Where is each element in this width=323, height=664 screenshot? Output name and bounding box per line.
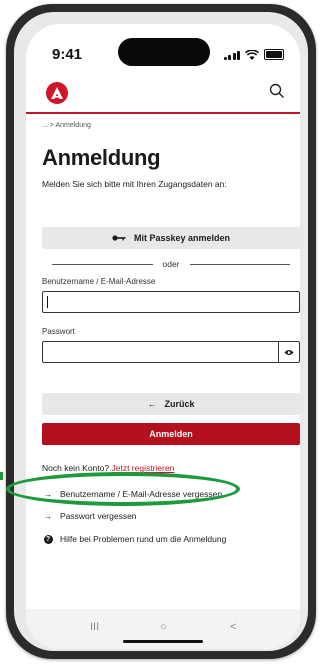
login-button-label: Anmelden — [149, 429, 193, 439]
status-bar: 9:41 — [26, 24, 300, 74]
wifi-icon — [245, 50, 259, 60]
passkey-button-label: Mit Passkey anmelden — [133, 233, 231, 243]
text-caret — [47, 296, 48, 308]
recent-apps-icon[interactable]: III — [90, 621, 99, 633]
page-title: Anmeldung — [42, 145, 161, 170]
intro-text: Melden Sie sich bitte mit Ihren Zugangsd… — [42, 179, 227, 189]
password-label: Passwort — [42, 327, 75, 336]
breadcrumb-ellipsis[interactable]: ... — [42, 122, 48, 129]
breadcrumb: ... > Anmeldung — [42, 122, 300, 129]
passkey-login-button[interactable]: Mit Passkey anmelden — [42, 227, 300, 249]
phone-bezel: 9:41 ... > Anmeldung Anmeldung Melden Si… — [14, 12, 308, 651]
nav-back-icon[interactable]: < — [230, 621, 236, 633]
help-problems-label: Hilfe bei Problemen rund um die Anmeldun… — [60, 533, 227, 544]
signal-icon — [223, 51, 240, 60]
help-icon: ? — [43, 535, 53, 544]
username-label: Benutzername / E-Mail-Adresse — [42, 277, 156, 286]
back-button-label: Zurück — [164, 399, 195, 409]
forgot-password-link[interactable]: → Passwort vergessen — [42, 511, 300, 521]
search-icon[interactable] — [268, 82, 286, 100]
breadcrumb-current: Anmeldung — [55, 122, 91, 129]
status-icons — [223, 49, 284, 60]
arrow-right-icon: → — [43, 511, 53, 521]
forgot-password-label: Passwort vergessen — [60, 511, 137, 521]
username-input[interactable] — [42, 291, 300, 313]
home-icon[interactable]: ○ — [160, 621, 167, 633]
key-icon — [112, 235, 126, 241]
login-button[interactable]: Anmelden — [42, 423, 300, 445]
brand-logo-icon[interactable] — [46, 82, 68, 104]
phone-frame: 9:41 ... > Anmeldung Anmeldung Melden Si… — [6, 4, 316, 659]
divider-line-left — [52, 263, 153, 265]
back-button[interactable]: ← Zurück — [42, 393, 300, 415]
battery-icon — [264, 49, 284, 60]
password-input[interactable] — [42, 341, 278, 363]
home-indicator — [123, 640, 203, 643]
divider-text: oder — [162, 259, 180, 269]
highlight-mark — [0, 472, 3, 480]
screen: 9:41 ... > Anmeldung Anmeldung Melden Si… — [26, 24, 300, 649]
help-problems-link[interactable]: ? Hilfe bei Problemen rund um die Anmeld… — [42, 533, 300, 544]
app-header — [26, 76, 300, 114]
breadcrumb-separator: > — [49, 122, 54, 129]
show-password-eye-icon[interactable] — [278, 341, 300, 363]
divider-line-right — [189, 263, 291, 265]
password-row — [42, 341, 300, 363]
status-time: 9:41 — [52, 46, 83, 63]
or-divider: oder — [42, 259, 300, 269]
arrow-left-icon: ← — [147, 399, 157, 409]
register-prompt: Noch kein Konto? Jetzt registrieren — [42, 463, 300, 473]
dynamic-island — [118, 38, 210, 66]
android-nav-bar: III ○ < — [26, 609, 300, 649]
highlight-oval — [6, 472, 240, 506]
